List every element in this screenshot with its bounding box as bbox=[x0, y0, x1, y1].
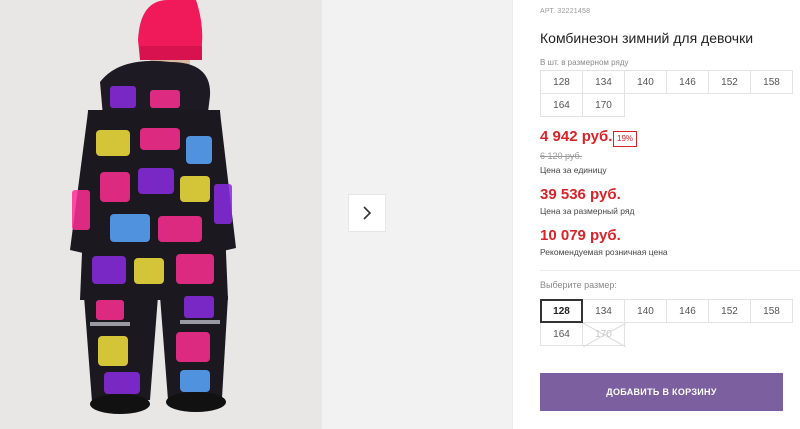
discount-badge: 19% bbox=[613, 131, 638, 147]
size-option-152[interactable]: 152 bbox=[708, 299, 751, 323]
row-size-cell: 170 bbox=[582, 93, 625, 117]
row-price-caption: Цена за размерный ряд bbox=[540, 206, 635, 216]
product-sku: АРТ. 32221458 bbox=[540, 8, 591, 15]
choose-size-label: Выберите размер: bbox=[540, 280, 617, 290]
panel-divider bbox=[512, 0, 513, 429]
old-price: 6 120 руб. bbox=[540, 151, 583, 161]
row-sizes-label: В шт. в размерном ряду bbox=[540, 58, 629, 67]
product-info-panel: АРТ. 32221458 Комбинезон зимний для дево… bbox=[540, 0, 800, 429]
size-option-128[interactable]: 128 bbox=[540, 299, 583, 323]
next-photo-button[interactable] bbox=[348, 194, 386, 232]
product-title: Комбинезон зимний для девочки bbox=[540, 30, 754, 46]
product-gallery bbox=[0, 0, 512, 429]
size-option-146[interactable]: 146 bbox=[666, 299, 709, 323]
product-photo[interactable] bbox=[0, 0, 322, 429]
size-selector: 128 134 140 146 152 158 164 170 bbox=[540, 299, 800, 347]
size-option-170-unavailable: 170 bbox=[582, 322, 626, 347]
unit-price-caption: Цена за единицу bbox=[540, 165, 607, 175]
retail-price: 10 079 руб. bbox=[540, 227, 621, 244]
child-snowsuit-illustration bbox=[0, 0, 322, 429]
add-to-cart-button[interactable]: ДОБАВИТЬ В КОРЗИНУ bbox=[540, 373, 783, 411]
size-option-158[interactable]: 158 bbox=[750, 299, 793, 323]
row-sizes-grid: 128 134 140 146 152 158 164 170 bbox=[540, 70, 800, 117]
row-size-cell: 134 bbox=[582, 70, 625, 94]
row-size-cell: 164 bbox=[540, 93, 583, 117]
retail-price-caption: Рекомендуемая розничная цена bbox=[540, 247, 668, 257]
size-option-164[interactable]: 164 bbox=[540, 322, 583, 346]
row-size-cell: 152 bbox=[708, 70, 751, 94]
row-price: 39 536 руб. bbox=[540, 186, 621, 203]
chevron-right-icon bbox=[363, 206, 372, 220]
size-option-label: 170 bbox=[595, 328, 612, 340]
size-option-140[interactable]: 140 bbox=[624, 299, 667, 323]
row-size-cell: 146 bbox=[666, 70, 709, 94]
row-size-cell: 140 bbox=[624, 70, 667, 94]
section-divider bbox=[540, 270, 800, 271]
current-price: 4 942 руб. bbox=[540, 128, 613, 145]
row-size-cell: 158 bbox=[750, 70, 793, 94]
size-option-134[interactable]: 134 bbox=[582, 299, 625, 323]
row-size-cell: 128 bbox=[540, 70, 583, 94]
